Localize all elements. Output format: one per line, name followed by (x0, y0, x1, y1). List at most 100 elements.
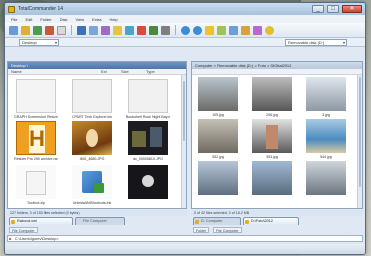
subtab-folder[interactable]: Folder (193, 227, 210, 233)
file-label: 3.jpg (322, 113, 330, 117)
left-drive-select[interactable]: Desktop ▾ (19, 39, 59, 46)
photo-figure (266, 125, 278, 149)
right-file-panel[interactable]: Computer > Removable disk (D:) > Foto > … (191, 61, 363, 209)
grid-view-icon[interactable] (77, 25, 86, 35)
column-name[interactable]: Name (8, 69, 98, 74)
maximize-button[interactable]: □ (327, 5, 339, 13)
photo-tile[interactable]: 3.jpg (304, 77, 348, 117)
tab-left-2[interactable]: File Computer (75, 217, 125, 225)
copy-icon[interactable] (33, 25, 42, 35)
left-tab-row: Rabovd.xml File Computer (7, 217, 187, 225)
file-label: 544.jpg (320, 155, 332, 159)
subtab-file-computer[interactable]: File Computer (213, 227, 242, 233)
minimize-button[interactable]: _ (312, 5, 324, 13)
thumbnail-icon[interactable] (101, 25, 110, 35)
command-line[interactable]: C:\Users\Igorev\Desktop> (7, 235, 363, 242)
right-path-bar[interactable]: Computer > Removable disk (D:) > Foto > … (192, 62, 362, 69)
folder-icon[interactable] (21, 25, 30, 35)
right-drive-select[interactable]: Removable disk (D:) ▾ (285, 39, 347, 46)
file-tile[interactable]: CPART Tech Explorer.lnk (70, 79, 114, 119)
menu-folder[interactable]: Folder (40, 17, 51, 22)
left-scrollbar[interactable] (181, 75, 186, 208)
edit-icon[interactable] (45, 25, 54, 35)
refresh-icon[interactable] (9, 25, 18, 35)
photo-tile[interactable] (304, 161, 348, 197)
back-icon[interactable] (181, 25, 190, 35)
photo-tile[interactable]: 105.jpg (196, 77, 240, 117)
file-label: 105.jpg (212, 113, 224, 117)
tab-right-2[interactable]: D:\Foto\2012 (243, 217, 299, 225)
scroll-thumb[interactable] (183, 81, 185, 141)
zip-thumbnail (16, 165, 56, 199)
view-icon[interactable] (57, 25, 66, 35)
photo-tile[interactable]: 353.jpg (250, 119, 294, 159)
menu-edit[interactable]: Edit (25, 17, 32, 22)
sync-icon[interactable] (217, 25, 226, 35)
menu-file[interactable]: File (11, 17, 17, 22)
menu-help[interactable]: Help (109, 17, 117, 22)
photo-thumbnail (198, 161, 238, 195)
photo-tile[interactable]: 544.jpg (304, 119, 348, 159)
file-tile[interactable]: dc_00005810.JPG (126, 121, 170, 161)
file-tile[interactable]: UninstallAllShortcuts.lnk (70, 165, 114, 205)
ftp-icon[interactable] (125, 25, 134, 35)
file-label: 552.jpg (212, 155, 224, 159)
app-icon (8, 5, 15, 13)
delete-icon[interactable] (137, 25, 146, 35)
title-bar[interactable]: TotalCommander 14 _ □ ✕ (5, 3, 365, 15)
folder-icon (11, 220, 15, 224)
photo-tile[interactable] (250, 161, 294, 197)
tab-right-1[interactable]: D: Computer (193, 217, 241, 225)
chevron-down-icon: ▾ (342, 40, 345, 45)
menu-extra[interactable]: Extra (92, 17, 101, 22)
toolbar-separator (175, 25, 176, 35)
toolbar (5, 23, 365, 38)
column-size[interactable]: Size (118, 69, 143, 74)
column-ext[interactable]: Ext (98, 69, 118, 74)
photo-shape (132, 131, 146, 147)
file-tile[interactable]: H Resizer Pro 250 archive.rar (14, 121, 58, 161)
right-drive-label: Removable disk (D:) (288, 40, 325, 45)
tab-label: D: Computer (201, 219, 223, 223)
close-button[interactable]: ✕ (342, 5, 362, 13)
drive-bar: Desktop ▾ Removable disk (D:) ▾ (5, 38, 365, 47)
forward-icon[interactable] (193, 25, 202, 35)
menu-disk[interactable]: Disk (60, 17, 68, 22)
left-subtabs: File Computer (7, 226, 187, 234)
menu-view[interactable]: View (75, 17, 84, 22)
file-tile[interactable]: Bookshelf Rock Night Bay.mp4 (126, 79, 170, 119)
file-tile[interactable] (126, 165, 170, 201)
file-tile[interactable]: Toolbox.zip (14, 165, 58, 205)
photo-tile[interactable] (196, 161, 240, 197)
favorites-icon[interactable] (205, 25, 214, 35)
file-tile[interactable]: GRAPH Screenshot Resizer.lnk (14, 79, 58, 119)
compare-icon[interactable] (229, 25, 238, 35)
photo-tile[interactable]: 552.jpg (196, 119, 240, 159)
photo-thumbnail (252, 77, 292, 111)
unpack-icon[interactable] (253, 25, 262, 35)
archive-icon[interactable] (113, 25, 122, 35)
photo-tile[interactable]: 206.jpg (250, 77, 294, 117)
scroll-thumb[interactable] (359, 77, 361, 187)
list-view-icon[interactable] (89, 25, 98, 35)
photo-thumbnail (72, 121, 112, 155)
photo-shape (142, 175, 154, 187)
pack-icon[interactable] (241, 25, 250, 35)
photo-thumbnail (128, 121, 168, 155)
subtab-file-computer[interactable]: File Computer (9, 227, 38, 233)
tab-left-1[interactable]: Rabovd.xml (9, 217, 73, 225)
file-tile[interactable]: IMG_4680.JPG (70, 121, 114, 161)
search-icon[interactable] (149, 25, 158, 35)
settings-icon[interactable] (161, 25, 170, 35)
installer-thumbnail (72, 165, 112, 199)
toolbar-separator (71, 25, 72, 35)
h-letter-icon: H (29, 125, 45, 153)
photo-thumbnail (198, 119, 238, 153)
column-type[interactable]: Type (143, 69, 173, 74)
left-path-bar[interactable]: Desktop \ (8, 62, 186, 69)
help-icon[interactable] (265, 25, 274, 35)
right-scrollbar[interactable] (357, 75, 362, 208)
file-label: 206.jpg (266, 113, 278, 117)
left-file-panel[interactable]: Desktop \ Name Ext Size Type GRAPH Scree… (7, 61, 187, 209)
tab-label: File Computer (83, 219, 107, 223)
